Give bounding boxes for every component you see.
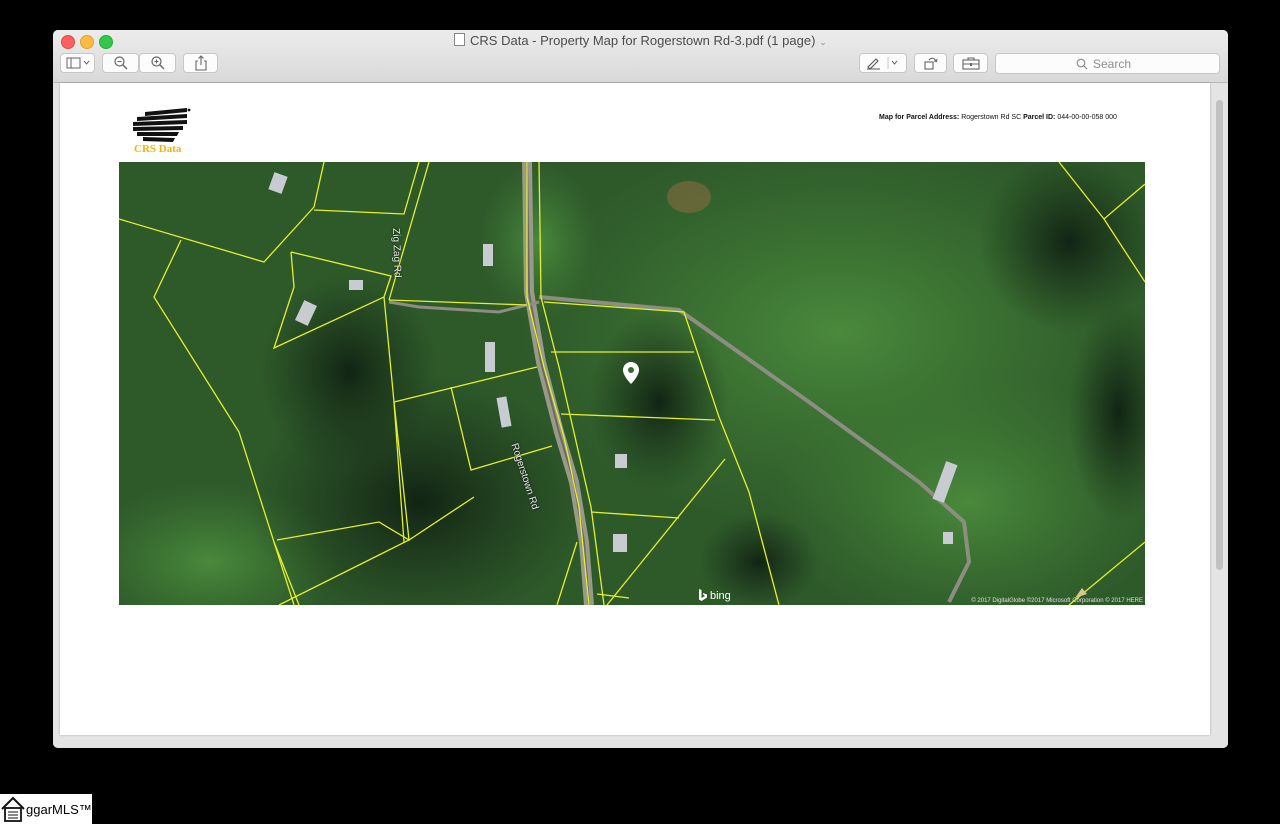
parcel-address-value: Rogerstown Rd SC (961, 114, 1022, 121)
preview-window: CRS Data - Property Map for Rogerstown R… (53, 30, 1228, 748)
zoom-out-button[interactable] (102, 53, 139, 73)
zoom-out-icon (113, 56, 127, 70)
parcel-info: Map for Parcel Address: Rogerstown Rd SC… (879, 114, 1117, 121)
watermark-text: ggarMLS™ (26, 801, 92, 817)
vertical-scrollbar[interactable] (1216, 100, 1223, 570)
pdf-document-icon (454, 33, 466, 46)
markup-button[interactable] (859, 53, 907, 73)
zoom-in-button[interactable] (139, 53, 176, 73)
mls-watermark: ggarMLS™ (0, 794, 92, 824)
sidebar-view-button[interactable] (60, 53, 95, 73)
zoom-in-icon (150, 56, 164, 70)
share-button[interactable] (183, 53, 218, 73)
toolbox-icon (961, 57, 980, 70)
zig-zag-rd-label: Zig Zag Rd (390, 228, 403, 278)
search-input[interactable] (1093, 56, 1139, 71)
house-logo-icon (1, 796, 25, 822)
sidebar-icon (66, 57, 89, 69)
pdf-page: CRS Data Map for Parcel Address: Rogerst… (60, 83, 1210, 735)
window-title[interactable]: CRS Data - Property Map for Rogerstown R… (53, 33, 1228, 48)
parcel-id-label: Parcel ID: (1023, 114, 1056, 121)
search-icon (1076, 58, 1088, 69)
share-icon (194, 55, 207, 71)
pen-icon (867, 57, 898, 70)
rotate-button[interactable] (914, 53, 947, 73)
crs-data-logo-text: CRS Data (134, 143, 182, 155)
rotate-icon (923, 57, 938, 70)
bing-icon (699, 589, 707, 601)
parcel-address-label: Map for Parcel Address: (879, 114, 960, 121)
search-field[interactable] (995, 53, 1220, 74)
titlebar: CRS Data - Property Map for Rogerstown R… (53, 30, 1228, 83)
document-viewport[interactable]: CRS Data Map for Parcel Address: Rogerst… (53, 83, 1228, 748)
toolbox-button[interactable] (953, 53, 988, 73)
title-chevron-down-icon[interactable]: ⌄ (819, 37, 827, 47)
map-imagery (119, 162, 1145, 605)
bing-logo: bing (698, 589, 731, 602)
map-attribution: © 2017 DigitalGlobe ©2017 Microsoft Corp… (971, 598, 1143, 604)
aerial-property-map: Rogerstown Rd Zig Zag Rd bing © 2017 Dig… (119, 162, 1145, 605)
parcel-id-value: 044-00-00-058 000 (1057, 114, 1117, 121)
